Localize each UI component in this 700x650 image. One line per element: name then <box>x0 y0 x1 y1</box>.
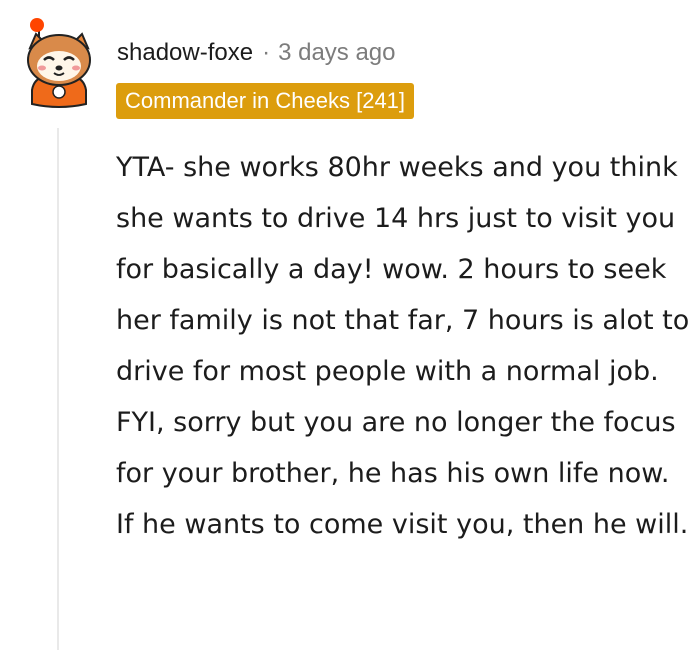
comment: shadow-foxe · 3 days ago Commander in Ch… <box>0 0 700 650</box>
meta-separator: · <box>262 39 271 66</box>
comment-body: YTA- she works 80hr weeks and you think … <box>116 152 690 540</box>
thread-line[interactable] <box>57 128 59 650</box>
fox-avatar-icon[interactable] <box>20 18 98 110</box>
comment-meta: shadow-foxe · 3 days ago <box>117 36 396 70</box>
user-flair-badge: Commander in Cheeks [241] <box>116 83 415 119</box>
timestamp-link[interactable]: 3 days ago <box>278 39 395 67</box>
username-link[interactable]: shadow-foxe <box>117 39 253 67</box>
